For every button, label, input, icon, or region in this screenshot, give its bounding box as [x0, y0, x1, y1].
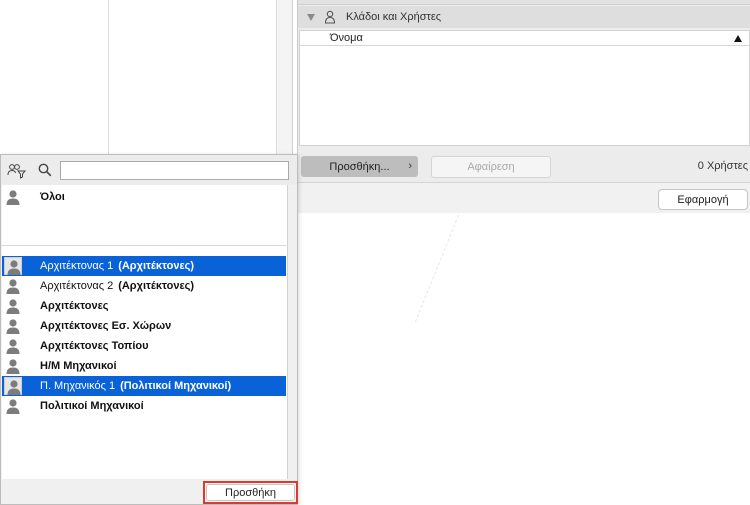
list-item-label: Η/Μ Μηχανικοί: [40, 360, 117, 372]
list-item[interactable]: Πολιτικοί Μηχανικοί: [2, 396, 286, 416]
user-avatar-icon: [4, 317, 22, 335]
list-item-label: Αρχιτέκτονας 2 (Αρχιτέκτονες): [40, 280, 194, 292]
popover-toolbar: [1, 155, 297, 185]
list-item[interactable]: Αρχιτέκτονας 2 (Αρχιτέκτονες): [2, 276, 286, 296]
list-item[interactable]: Η/Μ Μηχανικοί: [2, 356, 286, 376]
groups-and-users-panel: Κλάδοι και Χρήστες Όνομα Προσθήκη... › Α…: [297, 0, 750, 213]
chevron-right-icon: ›: [408, 160, 412, 172]
list-item-label: Π. Μηχανικός 1 (Πολιτικοί Μηχανικοί): [40, 380, 231, 392]
list-item-label: Αρχιτέκτονας 1 (Αρχιτέκτονες): [40, 260, 194, 272]
user-group: (Αρχιτέκτονες): [118, 280, 195, 292]
user-group: (Αρχιτέκτονες): [118, 260, 195, 272]
user-avatar-icon: [4, 297, 22, 315]
section-header-label: Κλάδοι και Χρήστες: [346, 11, 442, 23]
user-avatar-icon: [4, 188, 22, 206]
background-column-2: [108, 0, 277, 160]
list-item-all[interactable]: Όλοι: [2, 187, 286, 207]
user-avatar-icon: [4, 397, 22, 415]
user-name: Αρχιτέκτονας 1: [40, 260, 114, 272]
list-item[interactable]: Π. Μηχανικός 1 (Πολιτικοί Μηχανικοί): [2, 376, 286, 396]
search-input[interactable]: [60, 161, 289, 180]
name-column-label: Όνομα: [330, 32, 363, 44]
add-users-popover: Όλοι Αρχιτέκτονας 1 (Αρχιτέκτονες) Αρχιτέκ…: [0, 154, 298, 505]
add-members-button[interactable]: Προσθήκη... ›: [301, 156, 418, 177]
background-column-1: [0, 0, 109, 160]
add-button-highlight: Προσθήκη: [203, 481, 298, 504]
apply-button-label: Εφαρμογή: [677, 193, 729, 206]
remove-button[interactable]: Αφαίρεση: [431, 156, 551, 178]
background-panes: [0, 0, 293, 160]
user-avatar-icon: [4, 257, 22, 275]
user-name: Αρχιτέκτονας 2: [40, 280, 114, 292]
list-item[interactable]: Αρχιτέκτονες Τοπίου: [2, 336, 286, 356]
apply-bar: Εφαρμογή: [298, 182, 750, 213]
guide-line: [414, 215, 460, 323]
add-button-label: Προσθήκη: [225, 486, 276, 499]
name-column-header[interactable]: Όνομα: [300, 31, 749, 46]
members-table: Όνομα: [299, 30, 750, 146]
people-filter-icon[interactable]: [6, 163, 27, 179]
list-item[interactable]: Αρχιτέκτονας 1 (Αρχιτέκτονες): [2, 256, 286, 276]
add-button[interactable]: Προσθήκη: [206, 484, 295, 501]
user-avatar-icon: [4, 357, 22, 375]
user-avatar-icon: [4, 277, 22, 295]
group-icon: [324, 10, 336, 24]
user-avatar-icon: [4, 337, 22, 355]
list-item-label: Αρχιτέκτονες Τοπίου: [40, 340, 149, 352]
list-item-label: Αρχιτέκτονες: [40, 300, 109, 312]
list-item[interactable]: Αρχιτέκτονες: [2, 296, 286, 316]
apply-button[interactable]: Εφαρμογή: [658, 189, 748, 210]
remove-button-label: Αφαίρεση: [467, 161, 515, 173]
list-divider: [2, 245, 286, 246]
disclosure-triangle-icon[interactable]: [307, 13, 315, 21]
add-members-label: Προσθήκη...: [329, 160, 390, 173]
panel-top-divider: [298, 0, 750, 5]
user-name: Π. Μηχανικός 1: [40, 380, 116, 392]
user-group: (Πολιτικοί Μηχανικοί): [120, 380, 232, 392]
background-scroll-column: [277, 0, 293, 160]
section-header[interactable]: Κλάδοι και Χρήστες: [298, 6, 750, 28]
user-list: Όλοι Αρχιτέκτονας 1 (Αρχιτέκτονες) Αρχιτέκ…: [2, 185, 288, 479]
list-item[interactable]: Αρχιτέκτονες Εσ. Χώρων: [2, 316, 286, 336]
search-icon: [38, 163, 52, 177]
list-item-label: Αρχιτέκτονες Εσ. Χώρων: [40, 320, 172, 332]
list-item-label: Πολιτικοί Μηχανικοί: [40, 400, 144, 412]
list-item-all-label: Όλοι: [40, 191, 65, 203]
user-avatar-icon: [4, 377, 22, 395]
user-count: 0 Χρήστες: [697, 160, 748, 172]
sort-ascending-icon[interactable]: [734, 35, 742, 42]
